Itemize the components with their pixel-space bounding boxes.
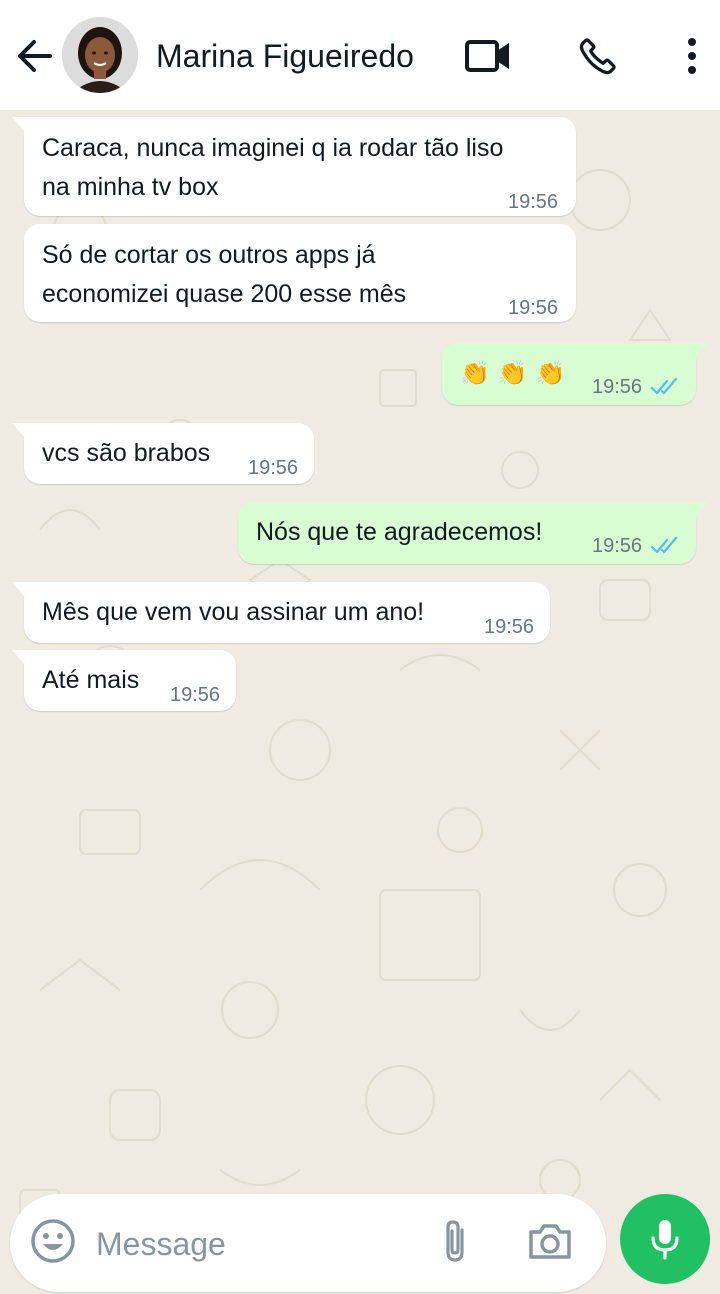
message-bubble-outgoing[interactable]: 👏👏👏 19:56 xyxy=(442,343,708,405)
microphone-icon xyxy=(651,1220,679,1260)
bubble-tail xyxy=(696,502,708,516)
message-bubble-incoming[interactable]: Até mais 19:56 xyxy=(12,650,236,711)
message-text: Nós que te agradecemos! xyxy=(256,518,543,546)
message-time: 19:56 xyxy=(170,684,221,706)
bubble-tail xyxy=(12,582,24,596)
bubble-tail xyxy=(12,423,24,437)
message-text: 👏👏👏 xyxy=(460,360,574,387)
message-time: 19:56 xyxy=(592,376,643,398)
message-bubble-incoming[interactable]: Mês que vem vou assinar um ano! 19:56 xyxy=(12,582,550,643)
message-text: Caraca, nunca imaginei q ia rodar tão li… xyxy=(42,134,504,201)
message-bubble-incoming[interactable]: Só de cortar os outros apps já economize… xyxy=(24,224,576,322)
bubble-tail xyxy=(12,117,24,131)
camera-icon[interactable] xyxy=(522,1216,578,1266)
message-text: Até mais xyxy=(42,666,140,694)
back-arrow-icon[interactable] xyxy=(8,30,60,82)
bubble-tail xyxy=(12,650,24,664)
message-input[interactable]: Message xyxy=(96,1224,226,1264)
message-time: 19:56 xyxy=(508,297,559,319)
message-time: 19:56 xyxy=(248,457,299,479)
message-bubble-incoming[interactable]: vcs são brabos 19:56 xyxy=(12,423,314,484)
message-bubble-incoming[interactable]: Caraca, nunca imaginei q ia rodar tão li… xyxy=(12,117,576,216)
message-time: 19:56 xyxy=(484,616,535,638)
microphone-button[interactable] xyxy=(620,1194,710,1284)
message-text: Mês que vem vou assinar um ano! xyxy=(42,598,425,626)
message-time: 19:56 xyxy=(508,191,559,213)
read-receipt-icon xyxy=(650,536,678,554)
chat-header: Marina Figueiredo xyxy=(0,0,720,110)
message-text: vcs são brabos xyxy=(42,439,211,467)
contact-name[interactable]: Marina Figueiredo xyxy=(156,36,414,76)
paperclip-icon[interactable] xyxy=(430,1216,480,1266)
message-bubble-outgoing[interactable]: Nós que te agradecemos! 19:56 xyxy=(238,502,708,564)
avatar[interactable] xyxy=(62,17,138,93)
emoji-icon[interactable] xyxy=(28,1216,78,1266)
video-call-icon[interactable] xyxy=(462,30,514,82)
message-time: 19:56 xyxy=(592,535,643,557)
message-text: Só de cortar os outros apps já economize… xyxy=(42,241,407,308)
read-receipt-icon xyxy=(650,377,678,395)
more-options-icon[interactable] xyxy=(666,30,718,82)
message-composer: Message xyxy=(10,1194,606,1292)
bubble-tail xyxy=(696,343,708,357)
phone-call-icon[interactable] xyxy=(572,30,624,82)
